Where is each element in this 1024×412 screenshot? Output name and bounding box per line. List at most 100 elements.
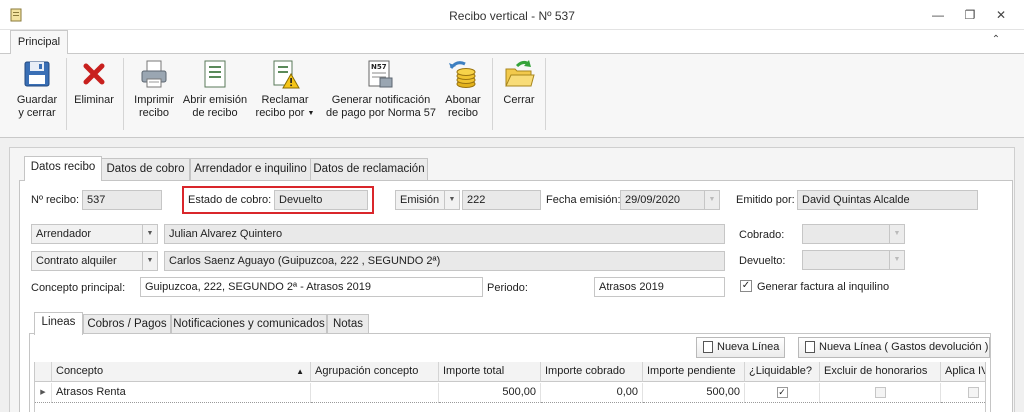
collected-label: Cobrado: [739,229,785,241]
claim-receipt-text: Reclamar recibo por [255,94,309,119]
column-concepto-label: Concepto [56,365,104,377]
liquidable-checkbox[interactable]: ✓ [776,387,788,398]
table-cell-aplica-iva[interactable] [941,383,985,403]
chevron-down-icon[interactable]: ▼ [889,224,905,244]
window-title: Recibo vertical - Nº 537 [449,9,575,23]
emission-date-field[interactable]: 29/09/2020 [620,190,705,210]
emission-type-combo[interactable]: Emisión [395,190,445,210]
ribbon-tab-row [0,30,1024,53]
grid-corner [35,362,52,382]
column-header-agrupacion[interactable]: Agrupación concepto [311,362,439,382]
delete-button-label: Eliminar [74,94,114,106]
sort-ascending-icon: ▲ [296,367,304,376]
print-receipt-label: Imprimir recibo [134,94,174,119]
ribbon-separator [66,58,67,130]
period-field[interactable]: Atrasos 2019 [594,277,725,297]
document-icon [204,60,226,88]
table-cell-excluir[interactable] [820,383,941,403]
tab-datos-recibo[interactable]: Datos recibo [24,156,102,181]
new-line-return-costs-button[interactable]: Nueva Línea ( Gastos devolución ) [798,337,990,358]
minimize-button[interactable]: — [928,6,948,24]
returned-label: Devuelto: [739,255,786,267]
new-line-button[interactable]: Nueva Línea [696,337,785,358]
generate-notification-button[interactable]: N57 Generar notificación de pago por Nor… [322,56,440,132]
contract-type-combo[interactable]: Contrato alquiler [31,251,143,271]
receipt-number-field[interactable]: 537 [82,190,162,210]
generate-notification-label: Generar notificación de pago por Norma 5… [325,94,437,119]
delete-button[interactable]: Eliminar [70,56,118,132]
aplica-iva-checkbox[interactable] [967,387,979,398]
column-header-aplica-iva[interactable]: Aplica IVA [941,362,985,382]
new-document-icon [805,341,815,353]
column-header-concepto[interactable]: Concepto ▲ [52,362,311,382]
column-header-importe-cobrado[interactable]: Importe cobrado [541,362,643,382]
tab-notas[interactable]: Notas [327,314,369,334]
tab-datos-reclamacion[interactable]: Datos de reclamación [310,158,428,180]
receipt-number-label: Nº recibo: [31,194,80,206]
pay-receipt-button[interactable]: Abonar recibo [440,56,486,132]
payment-status-field[interactable]: Devuelto [274,190,368,210]
chevron-up-icon[interactable]: ⌃ [988,34,1004,48]
main-concept-label: Concepto principal: [31,282,126,294]
chevron-down-icon[interactable]: ▼ [889,250,905,270]
table-cell-importe-pendiente[interactable]: 500,00 [643,383,745,403]
table-cell-importe-cobrado[interactable]: 0,00 [541,383,643,403]
column-header-importe-total[interactable]: Importe total [439,362,541,382]
open-emission-button[interactable]: Abrir emisión de recibo [181,56,249,132]
tab-cobros-pagos[interactable]: Cobros / Pagos [83,314,171,334]
row-indicator-icon: ▶ [35,383,52,403]
excluir-checkbox[interactable] [874,387,886,398]
svg-text:N57: N57 [371,63,387,71]
n57-icon: N57 [368,60,393,88]
folder-exit-icon [505,60,535,87]
period-label: Periodo: [487,282,528,294]
contract-field[interactable]: Carlos Saenz Aguayo (Guipuzcoa, 222 , SE… [164,251,725,271]
ribbon-separator [545,58,546,130]
restore-button[interactable]: ❐ [960,6,980,24]
tab-lineas[interactable]: Lineas [34,312,83,335]
table-cell-importe-total[interactable]: 500,00 [439,383,541,403]
print-receipt-button[interactable]: Imprimir recibo [128,56,180,132]
chevron-down-icon[interactable]: ▼ [704,190,720,210]
close-button[interactable]: Cerrar [498,56,540,132]
table-cell-agrupacion[interactable] [311,383,439,403]
tab-arrendador-inquilino[interactable]: Arrendador e inquilino [190,158,311,180]
table-cell-liquidable[interactable]: ✓ [745,383,820,403]
collected-field[interactable] [802,224,890,244]
tab-datos-cobro[interactable]: Datos de cobro [101,158,190,180]
column-header-importe-pendiente[interactable]: Importe pendiente [643,362,745,382]
main-concept-field[interactable]: Guipuzcoa, 222, SEGUNDO 2ª - Atrasos 201… [140,277,483,297]
save-icon [24,61,50,87]
column-header-excluir-honorarios[interactable]: Excluir de honorarios [820,362,941,382]
tab-notificaciones[interactable]: Notificaciones y comunicados [171,314,327,334]
column-header-liquidable[interactable]: ¿Liquidable? [745,362,820,382]
close-window-button[interactable]: ✕ [991,6,1011,24]
chevron-down-icon: ▼ [307,110,315,117]
warning-document-icon [273,60,300,89]
new-line-label: Nueva Línea [717,341,780,353]
issued-by-field[interactable]: David Quintas Alcalde [797,190,978,210]
chevron-down-icon[interactable]: ▼ [444,190,460,210]
ribbon-separator [492,58,493,130]
close-button-label: Cerrar [503,94,535,106]
coins-icon [449,61,476,88]
delete-icon [83,63,105,85]
emission-date-label: Fecha emisión: [546,194,621,206]
printer-icon [141,60,167,88]
landlord-field[interactable]: Julian Alvarez Quintero [164,224,725,244]
open-emission-label: Abrir emisión de recibo [182,94,248,119]
generate-invoice-checkbox[interactable]: ✓ [740,280,752,292]
chevron-down-icon[interactable]: ▼ [142,251,158,271]
returned-field[interactable] [802,250,890,270]
landlord-type-combo[interactable]: Arrendador [31,224,143,244]
generate-invoice-label: Generar factura al inquilino [757,281,890,293]
table-cell-concepto[interactable]: Atrasos Renta [52,383,311,403]
ribbon-tab-principal[interactable]: Principal [10,30,68,54]
save-button[interactable]: Guardar y cerrar [12,56,62,132]
payment-status-label: Estado de cobro: [188,194,272,206]
save-button-label: Guardar y cerrar [16,94,58,119]
claim-receipt-button[interactable]: Reclamar recibo por ▼ [252,56,318,132]
chevron-down-icon[interactable]: ▼ [142,224,158,244]
emission-number-field[interactable]: 222 [462,190,541,210]
new-line-return-costs-label: Nueva Línea ( Gastos devolución ) [819,341,989,353]
